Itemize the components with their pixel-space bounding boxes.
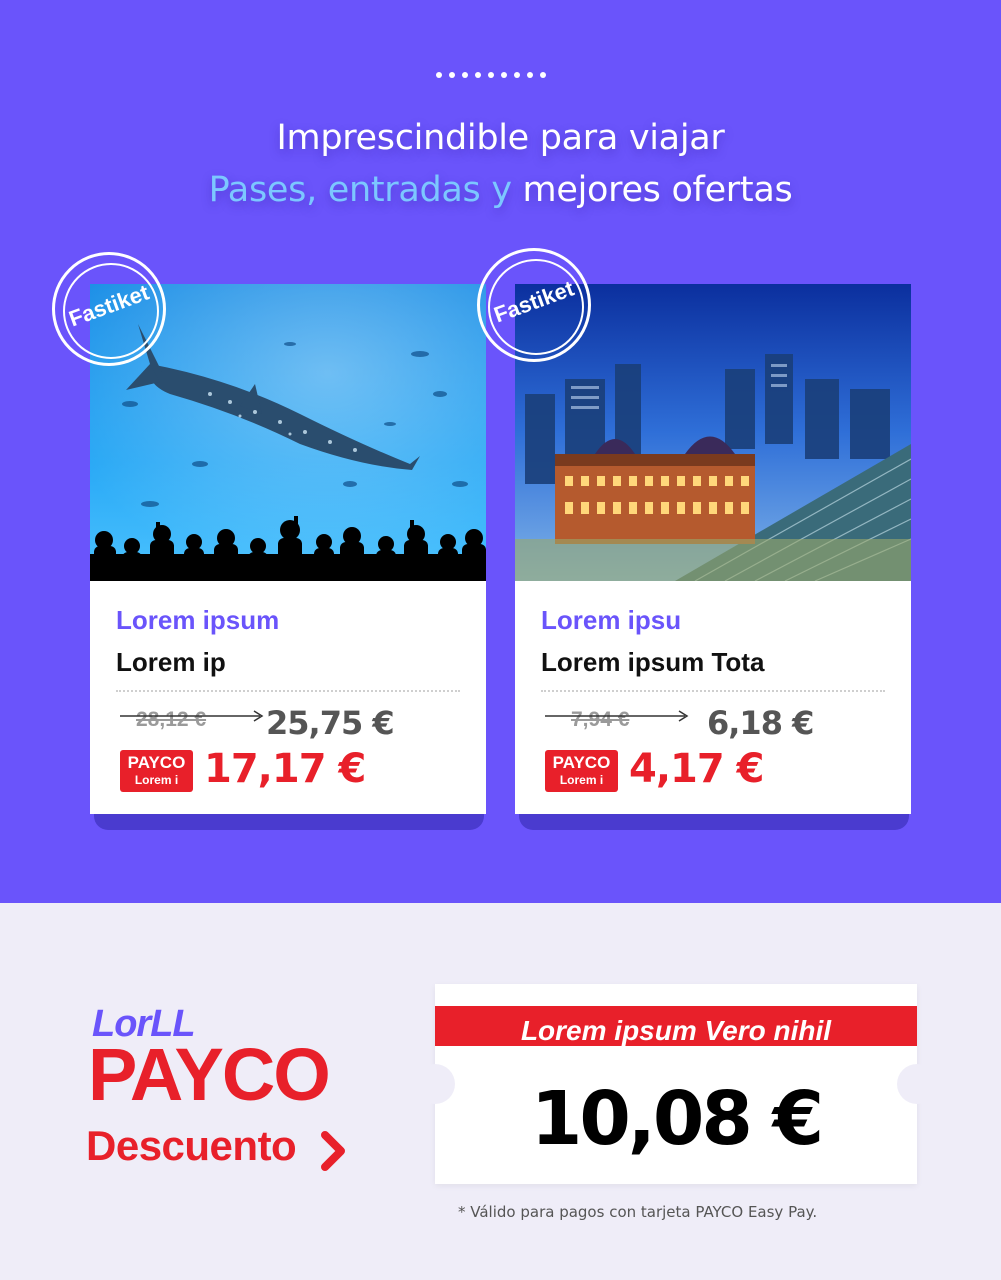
headline-line1: Imprescindible para viajar (276, 118, 725, 158)
payco-price-row: PAYCO Lorem i 17,17 € (116, 744, 460, 804)
payco-badge-sublabel: Lorem i (134, 773, 179, 787)
ticket-notch (415, 1064, 455, 1104)
card-title: Lorem ipsum Tota (541, 647, 765, 677)
payco-badge-label: PAYCO (127, 753, 186, 772)
discount-price: 25,75 € (266, 704, 395, 742)
payco-price: 4,17 € (629, 746, 764, 792)
chevron-right-icon[interactable] (321, 1131, 347, 1171)
price-row: 28,12 € 25,75 € (116, 692, 460, 744)
payco-badge-sublabel: Lorem i (559, 773, 604, 787)
headline: Imprescindible para viajar Pases, entrad… (0, 112, 1001, 216)
price-row: 7,94 € 6,18 € (541, 692, 885, 744)
payco-badge: PAYCO Lorem i (545, 750, 618, 792)
payco-badge: PAYCO Lorem i (120, 750, 193, 792)
card-subtitle: Lorem ipsu (541, 605, 682, 635)
fastiket-stamp: Fastiket (477, 248, 591, 362)
discount-label[interactable]: Descuento (86, 1122, 297, 1170)
fastiket-stamp-label: Fastiket (65, 279, 153, 332)
hero-section: Imprescindible para viajar Pases, entrad… (0, 0, 1001, 903)
coupon-header: Lorem ipsum Vero nihil (520, 1015, 832, 1046)
payco-price: 17,17 € (204, 746, 366, 792)
arrow-right-icon (545, 706, 691, 727)
footnote: * Válido para pagos con tarjeta PAYCO Ea… (458, 1203, 818, 1221)
payco-logo: PAYCO (88, 1033, 331, 1116)
headline-line2: Pases, entradas y mejores ofertas (0, 164, 1001, 216)
decorative-dots (436, 72, 546, 78)
payco-badge-label: PAYCO (552, 753, 611, 772)
product-card[interactable]: Lorem ipsum Lorem ip 28,12 € 25,75 € PAY… (90, 284, 486, 814)
ticket-notch (897, 1064, 937, 1104)
headline-accent: Pases, entradas y (208, 170, 512, 210)
fastiket-stamp-label: Fastiket (490, 275, 578, 328)
fastiket-stamp: Fastiket (52, 252, 166, 366)
arrow-right-icon (120, 706, 266, 727)
card-title: Lorem ip (116, 647, 226, 677)
coupon-ticket[interactable]: Lorem ipsum Vero nihil 10,08 € (435, 984, 917, 1184)
discount-price: 6,18 € (707, 704, 814, 742)
product-card[interactable]: Lorem ipsu Lorem ipsum Tota 7,94 € 6,18 … (515, 284, 911, 814)
headline-rest: mejores ofertas (511, 170, 793, 210)
card-subtitle: Lorem ipsum (116, 605, 280, 635)
coupon-value: 10,08 € (530, 1076, 824, 1162)
payco-price-row: PAYCO Lorem i 4,17 € (541, 744, 885, 804)
